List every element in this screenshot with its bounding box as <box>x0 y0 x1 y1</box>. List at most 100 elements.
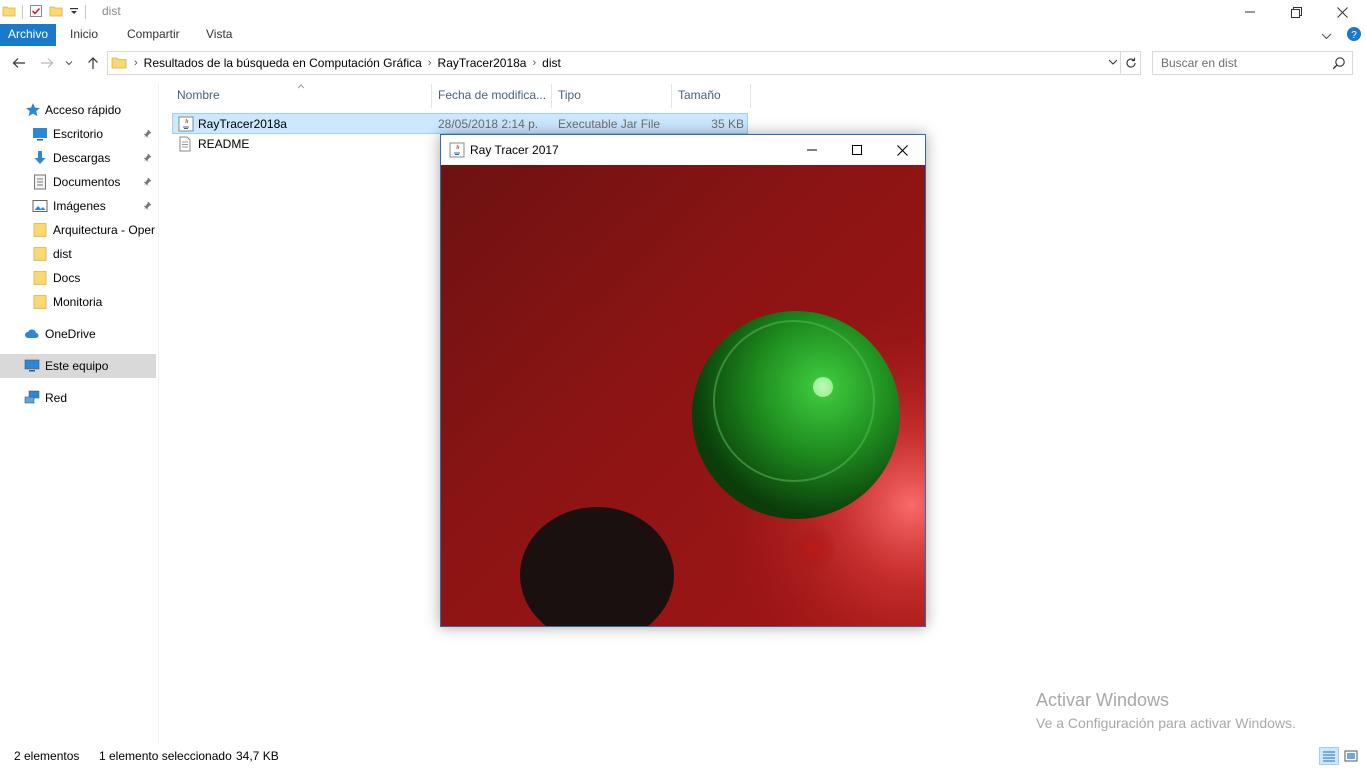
ribbon-tabs: Archivo Inicio Compartir Vista ? <box>0 24 1366 46</box>
tab-vista[interactable]: Vista <box>206 24 232 46</box>
item-count: 2 elementos <box>14 749 80 763</box>
nav-label: Descargas <box>53 151 111 165</box>
tab-compartir[interactable]: Compartir <box>127 24 180 46</box>
nav-quick-access[interactable]: Acceso rápido <box>0 98 156 122</box>
restore-icon <box>1290 6 1302 18</box>
pin-icon[interactable] <box>142 200 152 214</box>
refresh-icon <box>1125 57 1136 68</box>
star-icon <box>25 102 41 118</box>
expand-ribbon-button[interactable] <box>1321 29 1332 43</box>
back-button[interactable] <box>10 54 28 72</box>
close-button[interactable] <box>880 135 925 165</box>
pin-icon[interactable] <box>142 128 152 142</box>
breadcrumb-item[interactable]: Resultados de la búsqueda en Computación… <box>144 56 422 70</box>
nav-item-docs[interactable]: Docs <box>0 266 156 290</box>
properties-icon[interactable] <box>29 4 43 21</box>
ribbon-right-controls: ? <box>1321 26 1362 45</box>
chevron-right-icon[interactable]: › <box>134 57 138 69</box>
tab-archivo[interactable]: Archivo <box>0 24 56 46</box>
file-size: 35 KB <box>711 117 744 131</box>
column-header-fecha[interactable]: Fecha de modifica... <box>438 84 546 106</box>
tab-inicio[interactable]: Inicio <box>70 24 98 46</box>
nav-onedrive[interactable]: OneDrive <box>0 322 156 346</box>
column-header-nombre[interactable]: Nombre <box>177 84 220 106</box>
rendered-scene <box>441 165 925 626</box>
nav-item-dist[interactable]: dist <box>0 242 156 266</box>
navigation-bar: › Resultados de la búsqueda en Computaci… <box>0 48 1366 80</box>
divider[interactable] <box>750 84 751 108</box>
column-header-tamano[interactable]: Tamaño <box>678 84 721 106</box>
quick-access-toolbar <box>2 3 86 21</box>
address-history-button[interactable] <box>1108 55 1118 72</box>
window-title: dist <box>102 4 121 18</box>
status-bar: 2 elementos 1 elemento seleccionado 34,7… <box>0 744 1366 768</box>
details-view-button[interactable] <box>1319 747 1339 765</box>
chevron-down-icon <box>1108 59 1118 65</box>
arrow-up-icon <box>88 57 98 69</box>
recent-locations-button[interactable] <box>63 54 75 72</box>
close-button[interactable] <box>1319 0 1365 24</box>
file-date: 28/05/2018 2:14 p. <box>438 117 539 131</box>
chevron-down-icon <box>1321 33 1332 39</box>
nav-label: Imágenes <box>53 199 106 213</box>
help-icon: ? <box>1347 27 1361 41</box>
divider[interactable] <box>431 84 432 108</box>
folder-icon <box>32 270 48 286</box>
chevron-right-icon[interactable]: › <box>532 57 536 69</box>
folder-icon[interactable] <box>2 4 16 21</box>
address-bar[interactable]: › Resultados de la búsqueda en Computaci… <box>107 51 1141 75</box>
file-name: RayTracer2018a <box>198 117 287 131</box>
pin-icon[interactable] <box>142 176 152 190</box>
nav-label: Red <box>45 391 68 405</box>
refresh-button[interactable] <box>1120 52 1140 74</box>
maximize-icon <box>851 145 862 155</box>
nav-item-descargas[interactable]: Descargas <box>0 146 156 170</box>
breadcrumb-item[interactable]: dist <box>542 56 561 70</box>
nav-item-documentos[interactable]: Documentos <box>0 170 156 194</box>
pin-icon[interactable] <box>142 152 152 166</box>
divider[interactable] <box>551 84 552 108</box>
svg-text:?: ? <box>1351 30 1357 41</box>
customize-dropdown-icon[interactable] <box>69 5 79 19</box>
search-icon[interactable] <box>1332 56 1346 73</box>
selection-count: 1 elemento seleccionado <box>99 749 232 763</box>
nav-network[interactable]: Red <box>0 386 156 410</box>
java-jar-icon <box>178 116 194 135</box>
cloud-icon <box>24 326 40 342</box>
nav-item-arquitectura[interactable]: Arquitectura - Oper <box>0 218 156 242</box>
breadcrumb-item[interactable]: RayTracer2018a <box>438 56 527 70</box>
up-button[interactable] <box>84 54 102 72</box>
restore-button[interactable] <box>1273 0 1319 24</box>
chevron-right-icon[interactable]: › <box>428 57 432 69</box>
specular-highlight <box>813 377 833 397</box>
nav-item-escritorio[interactable]: Escritorio <box>0 122 156 146</box>
minimize-button[interactable] <box>789 135 834 165</box>
nav-item-monitoria[interactable]: Monitoria <box>0 290 156 314</box>
minimize-icon <box>806 149 817 151</box>
search-input[interactable]: Buscar en dist <box>1161 56 1237 70</box>
folder-icon <box>32 222 48 238</box>
nav-this-pc[interactable]: Este equipo <box>0 354 156 378</box>
search-box[interactable]: Buscar en dist <box>1152 51 1353 75</box>
forward-button[interactable] <box>38 54 56 72</box>
help-button[interactable]: ? <box>1346 26 1362 45</box>
nav-item-imagenes[interactable]: Imágenes <box>0 194 156 218</box>
minimize-button[interactable] <box>1227 0 1273 24</box>
large-icons-view-button[interactable] <box>1341 747 1361 765</box>
ray-tracer-title-bar[interactable]: Ray Tracer 2017 <box>441 135 925 165</box>
title-bar: dist <box>0 0 1366 24</box>
breadcrumb: › Resultados de la búsqueda en Computaci… <box>134 52 561 74</box>
column-header-tipo[interactable]: Tipo <box>558 84 581 106</box>
file-row[interactable]: RayTracer2018a 28/05/2018 2:14 p. Execut… <box>172 113 748 134</box>
pictures-icon <box>32 198 48 214</box>
close-icon <box>897 144 908 156</box>
divider[interactable] <box>671 84 672 108</box>
new-folder-icon[interactable] <box>49 4 63 21</box>
selection-size: 34,7 KB <box>236 749 279 763</box>
divider <box>158 84 159 744</box>
download-icon <box>32 150 48 166</box>
nav-label: Monitoria <box>53 295 103 309</box>
maximize-button[interactable] <box>834 135 879 165</box>
nav-label: Arquitectura - Oper <box>53 223 156 237</box>
arrow-left-icon <box>12 58 25 68</box>
